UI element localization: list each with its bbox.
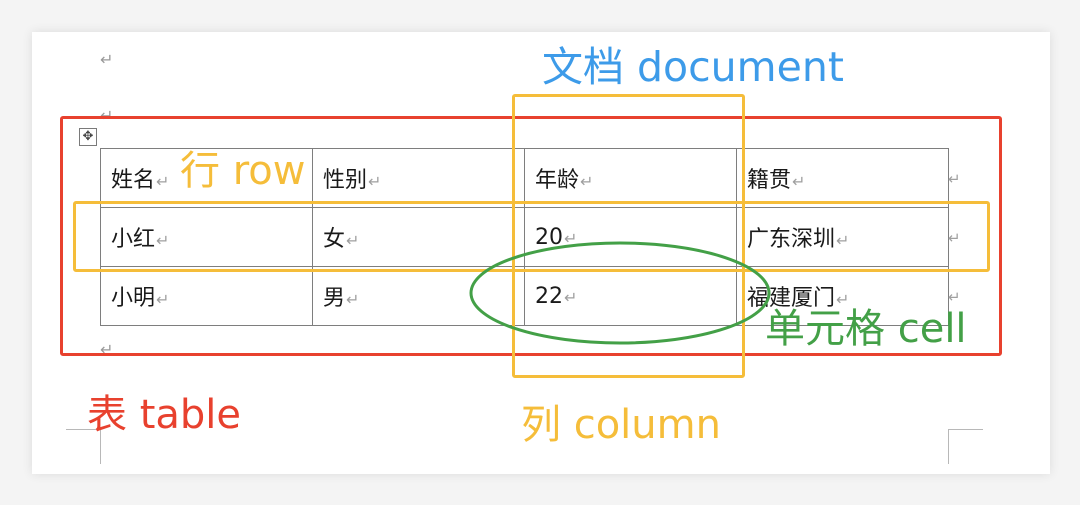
corner-mark-bottom-right [948, 429, 983, 464]
row-highlight-box [73, 201, 990, 272]
cell-label: 单元格 cell [765, 306, 967, 352]
document-label: 文档 document [542, 43, 844, 91]
column-label: 列 column [521, 402, 721, 448]
table-label: 表 table [87, 392, 242, 438]
paragraph-mark: ↵ [100, 50, 114, 69]
row-label: 行 row [180, 148, 306, 194]
